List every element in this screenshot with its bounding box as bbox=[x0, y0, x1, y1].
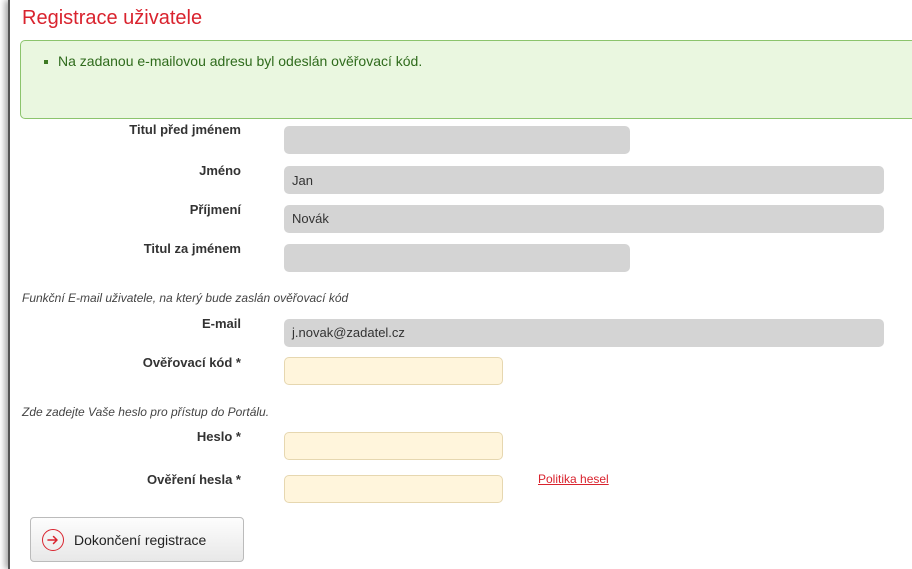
titul-za-field[interactable] bbox=[284, 244, 630, 272]
prijmeni-label: Příjmení bbox=[189, 202, 241, 217]
overovaci-kod-label: Ověřovací kód * bbox=[142, 355, 241, 370]
complete-registration-button[interactable]: Dokončení registrace bbox=[30, 517, 244, 562]
success-alert bbox=[20, 40, 912, 119]
jmeno-field[interactable]: Jan bbox=[284, 166, 884, 194]
heslo-label: Heslo * bbox=[196, 429, 241, 444]
arrow-right-circle-icon bbox=[42, 528, 64, 551]
password-note: Zde zadejte Vaše heslo pro přístup do Po… bbox=[22, 405, 270, 419]
heslo-input[interactable] bbox=[284, 432, 503, 460]
complete-registration-label: Dokončení registrace bbox=[74, 531, 207, 548]
overeni-hesla-input[interactable] bbox=[284, 475, 503, 503]
alert-message: Na zadanou e-mailovou adresu byl odeslán… bbox=[58, 53, 423, 69]
email-field[interactable]: j.novak@zadatel.cz bbox=[284, 319, 884, 347]
titul-pred-label: Titul před jménem bbox=[129, 122, 241, 137]
overeni-hesla-label: Ověření hesla * bbox=[147, 472, 241, 487]
email-note: Funkční E-mail uživatele, na který bude … bbox=[22, 291, 349, 305]
prijmeni-field[interactable]: Novák bbox=[284, 205, 884, 233]
titul-za-label: Titul za jménem bbox=[143, 241, 241, 256]
overovaci-kod-input[interactable] bbox=[284, 357, 503, 385]
email-label: E-mail bbox=[201, 316, 241, 331]
titul-pred-field[interactable] bbox=[284, 126, 630, 154]
password-policy-link[interactable]: Politika hesel bbox=[538, 472, 609, 486]
jmeno-label: Jméno bbox=[199, 163, 241, 178]
alert-bullet-icon bbox=[44, 60, 48, 64]
page-title: Registrace uživatele bbox=[22, 7, 203, 29]
